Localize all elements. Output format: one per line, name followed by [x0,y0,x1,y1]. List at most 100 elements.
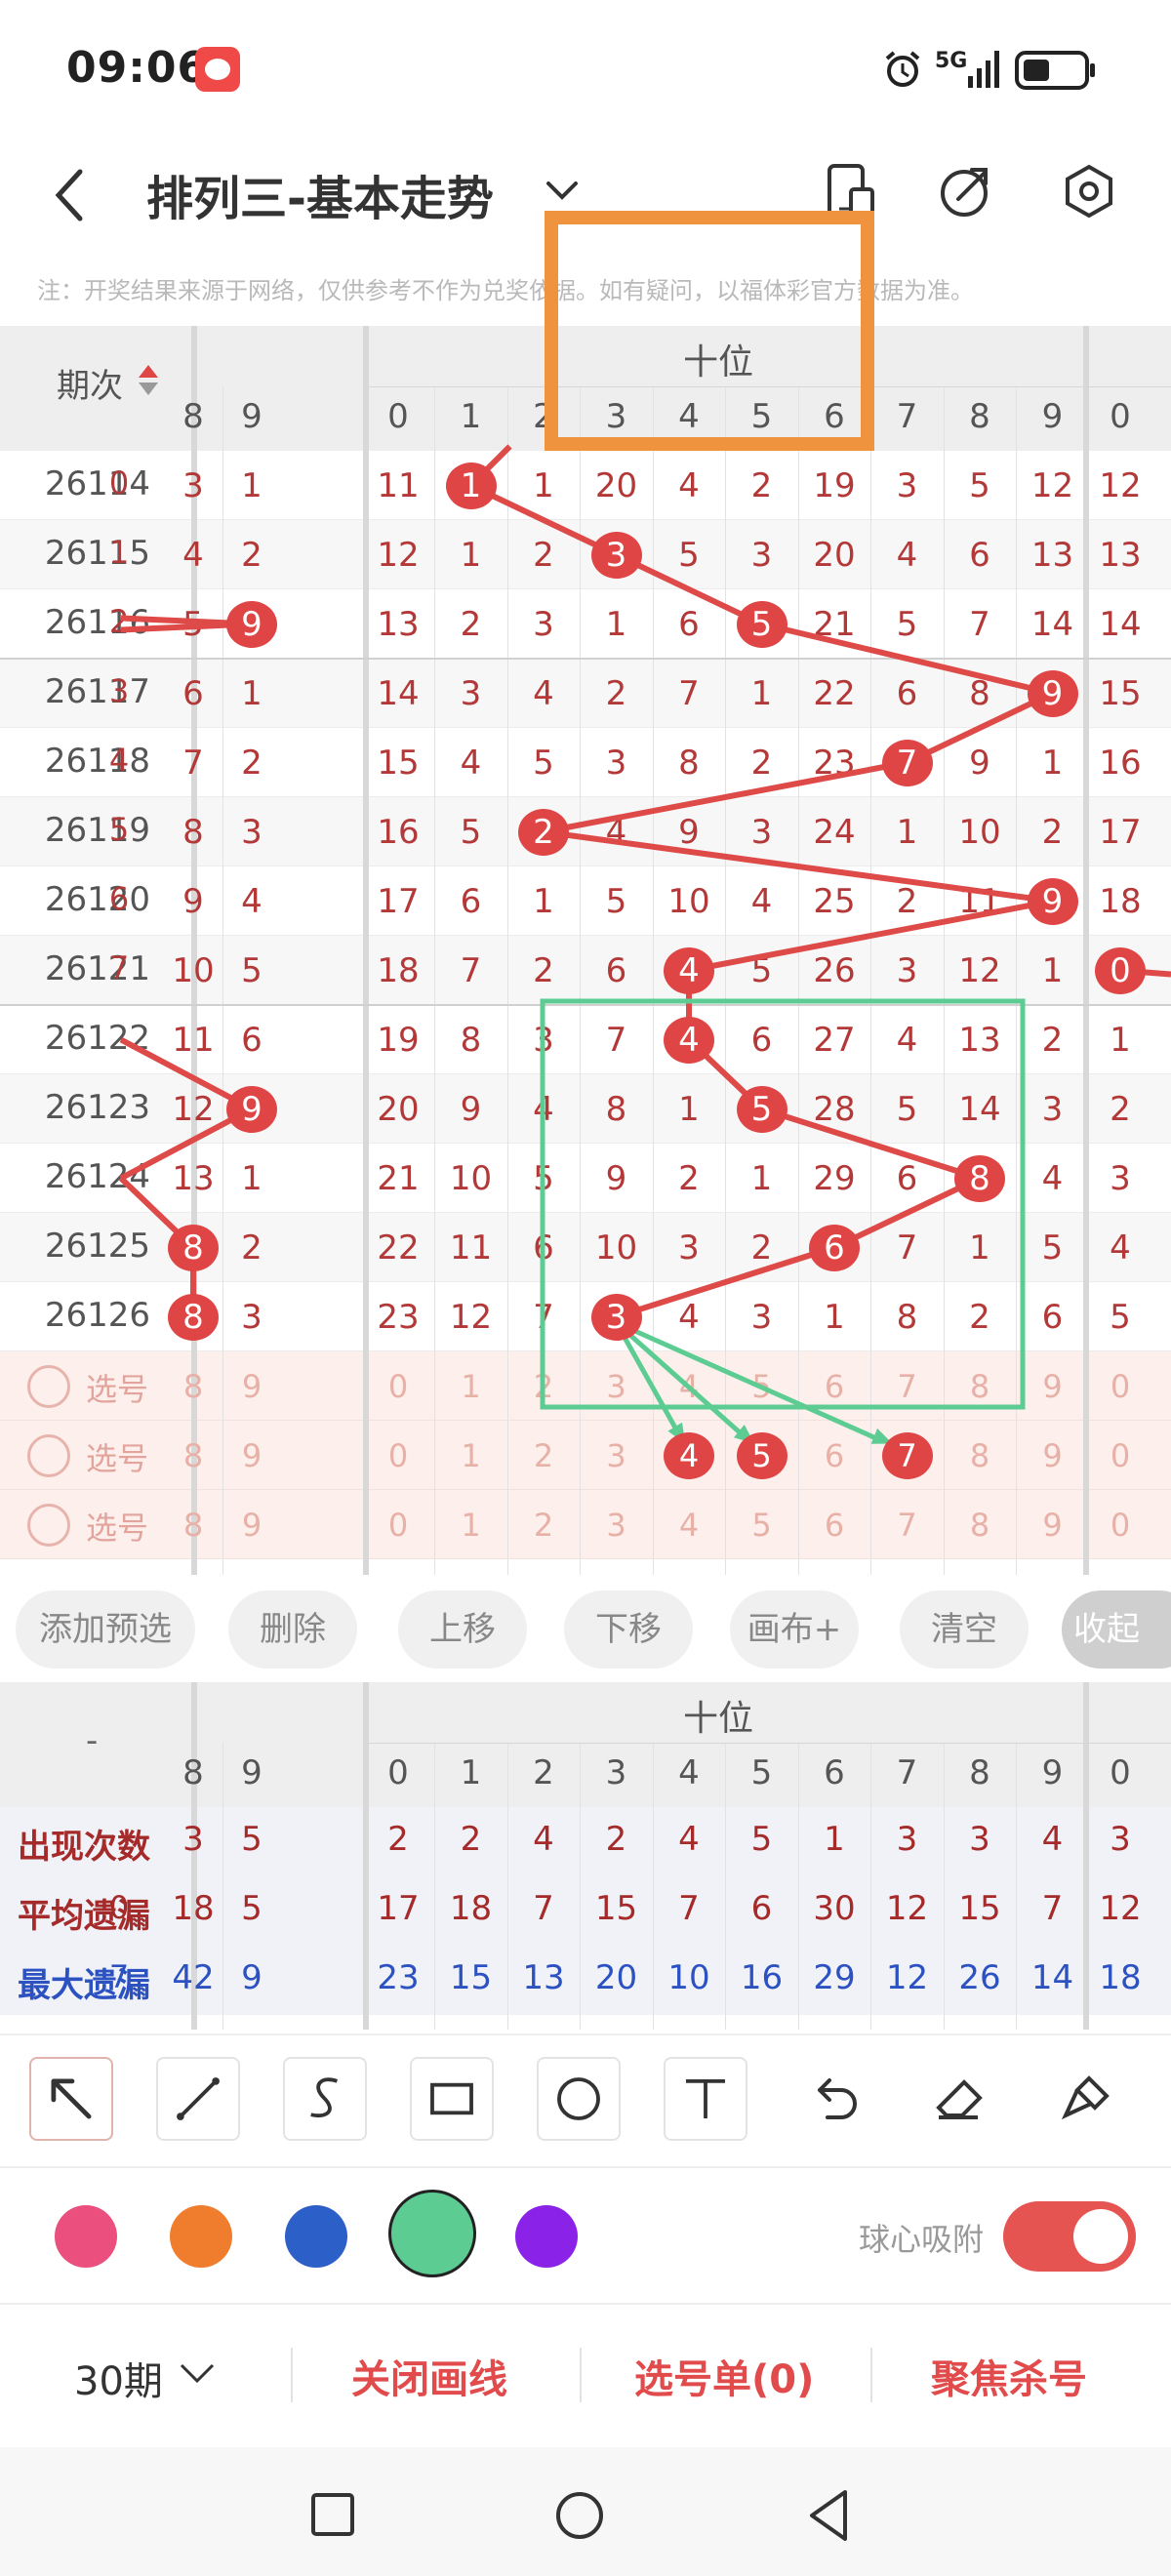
column-header: 8 [182,1753,204,1792]
stats-value: 3 [896,1820,918,1859]
stats-value: 15 [594,1889,638,1928]
chevron-down-icon[interactable] [178,2359,217,2389]
action-button[interactable]: 删除 [228,1590,357,1669]
snap-label: 球心吸附 [859,2221,985,2258]
line-tool-icon[interactable] [156,2057,240,2141]
column-header: 8 [969,1753,990,1792]
user-drawn-arrow [614,1321,686,1443]
dropdown-icon[interactable] [543,172,582,211]
action-button[interactable]: 添加预选 [16,1590,195,1669]
eraser-icon[interactable] [917,2057,1001,2141]
curve-tool-icon[interactable] [283,2057,367,2141]
stats-value: 2 [605,1820,627,1859]
column-header: 0 [1110,1753,1131,1792]
column-header: 9 [241,1753,262,1792]
period-select[interactable]: 30期 [74,2350,163,2406]
arrow-tool-icon[interactable] [29,2057,113,2141]
undo-icon[interactable] [790,2057,874,2141]
cell-divider [943,1743,945,2030]
trend-line [760,621,1054,697]
action-button[interactable]: 下移 [564,1590,693,1669]
stats-value: 7 [678,1889,700,1928]
text-tool-icon[interactable] [664,2057,747,2141]
pick-list-button[interactable]: 选号单(0) [634,2348,814,2404]
stats-value: 14 [1030,1958,1074,1997]
back-icon[interactable] [51,166,90,224]
picked-ball[interactable]: 7 [881,1431,933,1479]
recent-apps-icon[interactable] [310,2492,355,2537]
snap-toggle[interactable] [1003,2201,1136,2272]
color-green-selected[interactable] [388,2190,476,2277]
edge-cell: 7 [108,1958,130,1995]
stats-label: 出现次数 [18,1828,150,1867]
collapse-button[interactable]: 收起 [1062,1590,1171,1669]
hit-ball: 2 [518,808,569,856]
stats-value: 29 [813,1958,856,1997]
signal-icon [968,51,999,88]
action-button[interactable]: 上移 [398,1590,527,1669]
stats-value: 4 [533,1820,554,1859]
action-button[interactable]: 清空 [900,1590,1029,1669]
color-purple[interactable] [515,2205,578,2268]
color-blue[interactable] [285,2205,347,2268]
user-drawn-rectangle[interactable] [540,998,1026,1410]
cell-divider [725,1743,727,2030]
color-pink[interactable] [55,2205,117,2268]
cell-divider [1016,1743,1018,2030]
stats-value: 4 [678,1820,700,1859]
picked-ball[interactable]: 5 [736,1431,787,1479]
stats-value: 1 [824,1820,845,1859]
divider [291,2348,293,2402]
column-header: 9 [1041,1753,1064,1792]
column-header: 7 [896,1753,918,1792]
user-drawn-arrow [614,1320,752,1444]
action-button[interactable]: 画布+ [730,1590,859,1669]
stats-value: 15 [958,1889,1001,1928]
stats-value: 18 [449,1889,493,1928]
stats-value: 17 [377,1889,420,1928]
hit-ball: 4 [664,946,714,994]
user-drawn-rectangle-orange[interactable] [545,211,874,451]
stats-value: 12 [885,1889,929,1928]
stats-value: 23 [377,1958,420,1997]
stats-value: 2 [387,1820,409,1859]
cell-divider [797,1743,799,2030]
trend-line [688,898,1054,974]
stats-value: 5 [241,1889,262,1928]
alarm-icon [885,51,920,87]
home-icon[interactable] [554,2490,605,2541]
header-divider [363,1743,1171,1744]
trend-line [760,1106,981,1182]
circle-tool-icon[interactable] [537,2057,621,2141]
hit-ball: 3 [590,1293,642,1341]
column-divider [1083,1682,1089,2030]
hit-ball: 6 [809,1224,860,1271]
share-icon[interactable] [939,162,993,221]
stats-value: 4 [1041,1820,1064,1859]
picked-ball[interactable]: 4 [664,1431,714,1479]
settings-icon[interactable] [1060,162,1118,221]
close-lines-button[interactable]: 关闭画线 [351,2348,507,2404]
divider [580,2348,582,2402]
column-header: 4 [678,1753,700,1792]
cell-divider [652,1743,654,2030]
hit-ball: 9 [226,1085,277,1133]
brush-icon[interactable] [1044,2057,1128,2141]
stats-value: 16 [740,1958,784,1997]
focus-kill-button[interactable]: 聚焦杀号 [931,2348,1087,2404]
rectangle-tool-icon[interactable] [410,2057,494,2141]
stats-value: 18 [172,1889,215,1928]
stats-value: 3 [1110,1820,1131,1859]
trend-lines-overlay [118,444,1171,1444]
color-orange[interactable] [170,2205,232,2268]
battery-icon [1015,51,1095,90]
hit-ball: 5 [736,600,787,648]
stats-value: 3 [969,1820,990,1859]
hit-ball: 9 [1027,669,1078,717]
hit-ball: 4 [664,1016,714,1064]
stats-value: 5 [750,1820,773,1859]
back-nav-icon[interactable] [806,2488,853,2543]
hit-ball: 9 [226,600,277,648]
trend-line [543,828,1053,905]
stats-value: 5 [241,1820,262,1859]
